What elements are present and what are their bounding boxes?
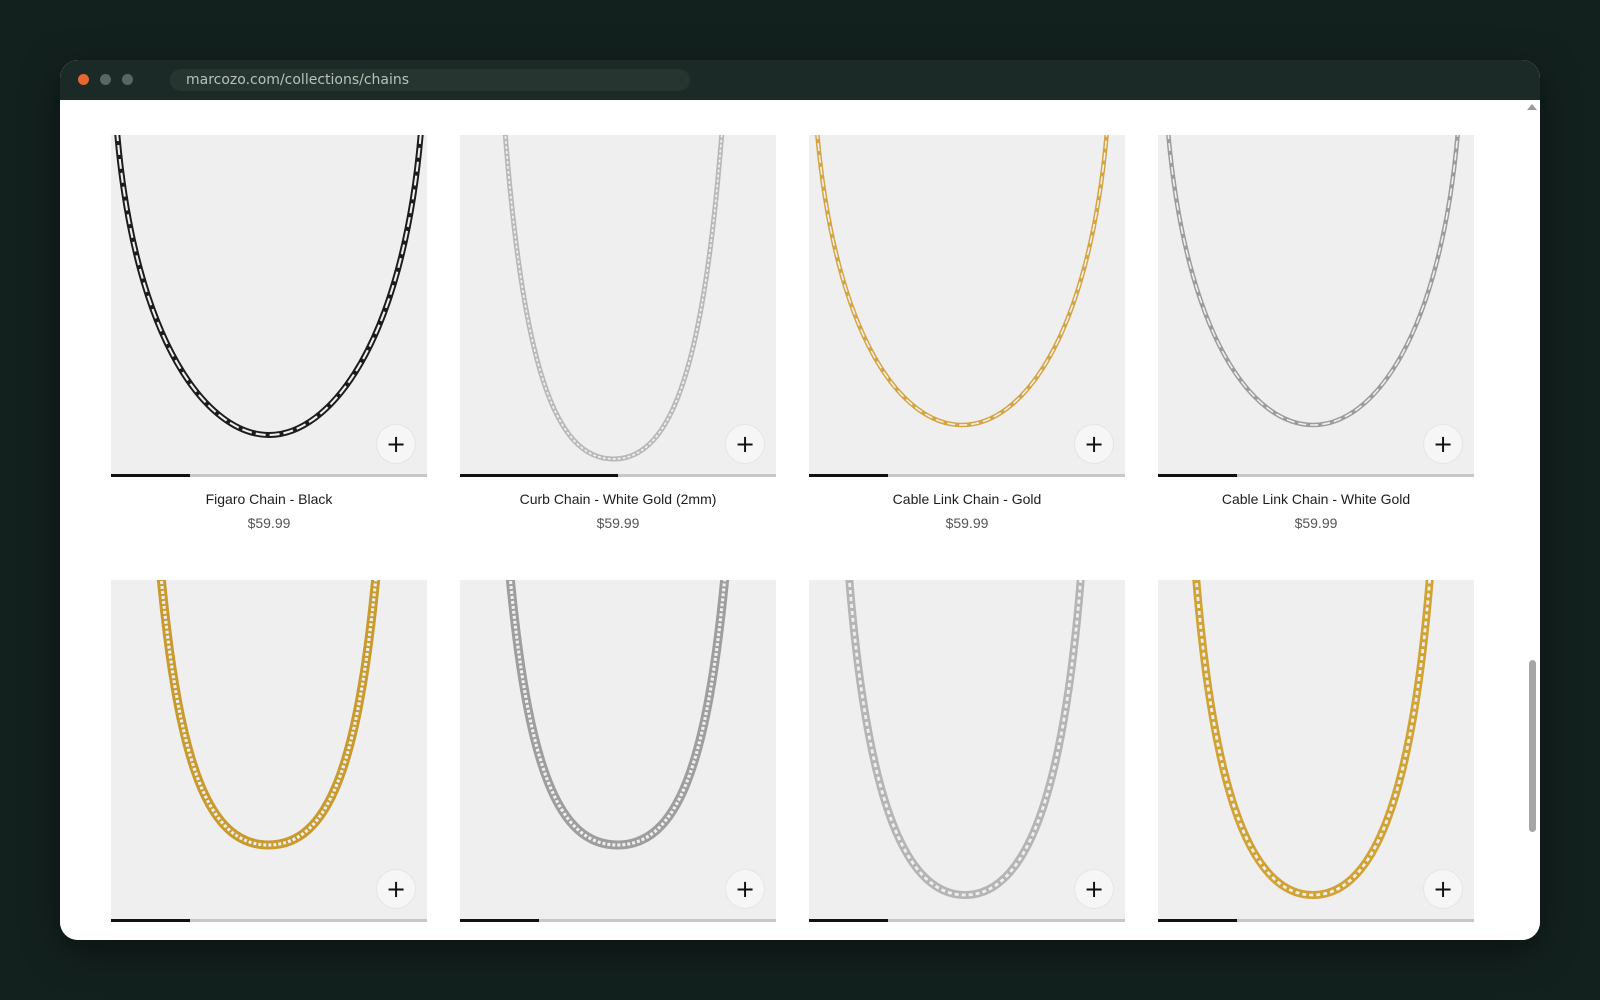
address-bar[interactable]: marcozo.com/collections/chains: [170, 69, 690, 91]
product-card[interactable]: + Curb Chain - White Gold (2mm) $59.99: [460, 135, 776, 531]
title-bar: marcozo.com/collections/chains: [60, 60, 1540, 100]
product-price: $59.99: [247, 515, 291, 531]
chain-necklace-image: [1192, 580, 1434, 900]
image-gallery-progress: [111, 474, 427, 477]
close-window-button[interactable]: [78, 74, 89, 85]
product-name[interactable]: Curb Chain - White Gold (2mm): [460, 491, 776, 507]
image-gallery-progress: [460, 919, 776, 922]
plus-icon: +: [1083, 875, 1105, 903]
product-name[interactable]: Cable Link Chain - White Gold: [1158, 491, 1474, 507]
chain-necklace-image: [815, 135, 1109, 428]
add-to-cart-button[interactable]: +: [1075, 870, 1113, 908]
product-image[interactable]: +: [809, 135, 1125, 475]
gallery-progress-fill: [809, 919, 888, 922]
product-card[interactable]: +: [1158, 580, 1474, 922]
chain-necklace-image: [156, 580, 381, 850]
product-card[interactable]: +: [460, 580, 776, 922]
chain-links: [508, 580, 727, 847]
product-price: $59.99: [945, 515, 989, 531]
page-content: + Figaro Chain - Black $59.99 + Curb Cha…: [60, 100, 1540, 940]
product-image[interactable]: +: [460, 135, 776, 475]
add-to-cart-button[interactable]: +: [726, 870, 764, 908]
product-image[interactable]: +: [1158, 135, 1474, 475]
plus-icon: +: [734, 430, 756, 458]
product-card[interactable]: +: [809, 580, 1125, 922]
add-to-cart-button[interactable]: +: [377, 870, 415, 908]
gallery-progress-fill: [111, 474, 190, 477]
plus-icon: +: [1432, 430, 1454, 458]
image-gallery-progress: [1158, 919, 1474, 922]
gallery-progress-fill: [460, 919, 539, 922]
chain-links: [116, 135, 422, 437]
gallery-progress-fill: [1158, 474, 1237, 477]
plus-icon: +: [385, 430, 407, 458]
gallery-progress-fill: [460, 474, 618, 477]
product-image[interactable]: +: [809, 580, 1125, 920]
chain-links: [159, 580, 378, 847]
chain-links: [1194, 580, 1432, 897]
add-to-cart-button[interactable]: +: [1424, 425, 1462, 463]
chain-strand: [114, 135, 424, 439]
chain-links: [504, 135, 723, 460]
plus-icon: +: [1083, 430, 1105, 458]
chain-strand: [505, 580, 730, 850]
product-card[interactable]: + Cable Link Chain - Gold $59.99: [809, 135, 1125, 531]
product-image[interactable]: +: [111, 135, 427, 475]
chain-strand: [1166, 135, 1460, 428]
product-price: $59.99: [1294, 515, 1338, 531]
chain-strand: [815, 135, 1109, 428]
chain-necklace-image: [1166, 135, 1460, 428]
image-gallery-progress: [460, 474, 776, 477]
minimize-window-button[interactable]: [100, 74, 111, 85]
product-card[interactable]: + Figaro Chain - Black $59.99: [111, 135, 427, 531]
chain-necklace-image: [502, 135, 725, 462]
chain-links: [816, 135, 1108, 426]
plus-icon: +: [734, 875, 756, 903]
image-gallery-progress: [1158, 474, 1474, 477]
add-to-cart-button[interactable]: +: [1424, 870, 1462, 908]
chain-strand: [156, 580, 381, 850]
browser-window: marcozo.com/collections/chains + Figaro …: [60, 60, 1540, 940]
product-image[interactable]: +: [111, 580, 427, 920]
chain-strand: [845, 580, 1085, 900]
scroll-up-arrow-icon[interactable]: [1527, 104, 1537, 110]
add-to-cart-button[interactable]: +: [726, 425, 764, 463]
product-image[interactable]: +: [1158, 580, 1474, 920]
chain-necklace-image: [845, 580, 1085, 900]
chain-necklace-image: [114, 135, 424, 439]
chain-necklace-image: [505, 580, 730, 850]
image-gallery-progress: [809, 474, 1125, 477]
gallery-progress-fill: [1158, 919, 1237, 922]
add-to-cart-button[interactable]: +: [377, 425, 415, 463]
add-to-cart-button[interactable]: +: [1075, 425, 1113, 463]
chain-links: [1167, 135, 1459, 426]
gallery-progress-fill: [111, 919, 190, 922]
plus-icon: +: [385, 875, 407, 903]
chain-strand: [502, 135, 725, 462]
product-name[interactable]: Figaro Chain - Black: [111, 491, 427, 507]
chain-links: [847, 580, 1083, 897]
scrollbar-thumb[interactable]: [1529, 660, 1536, 832]
product-image[interactable]: +: [460, 580, 776, 920]
product-name[interactable]: Cable Link Chain - Gold: [809, 491, 1125, 507]
plus-icon: +: [1432, 875, 1454, 903]
chain-strand: [1192, 580, 1434, 900]
product-price: $59.99: [596, 515, 640, 531]
product-card[interactable]: + Cable Link Chain - White Gold $59.99: [1158, 135, 1474, 531]
maximize-window-button[interactable]: [122, 74, 133, 85]
image-gallery-progress: [809, 919, 1125, 922]
product-card[interactable]: +: [111, 580, 427, 922]
image-gallery-progress: [111, 919, 427, 922]
gallery-progress-fill: [809, 474, 888, 477]
